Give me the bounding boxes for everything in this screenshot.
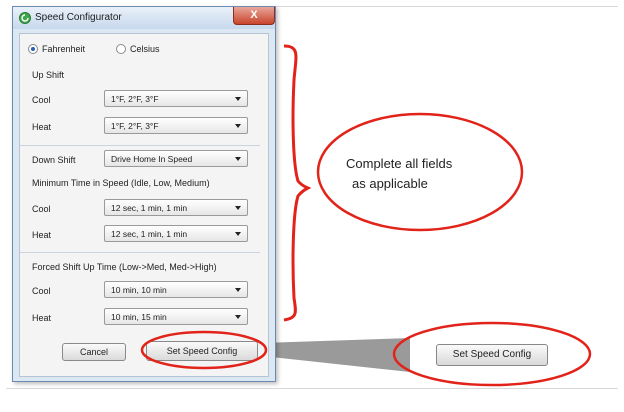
chevron-down-icon [235, 288, 241, 292]
frame-top-line [276, 6, 618, 7]
forced-shift-heat-dropdown[interactable]: 10 min, 15 min [104, 308, 248, 325]
zoomed-set-speed-config-button: Set Speed Config [436, 344, 548, 366]
cancel-button[interactable]: Cancel [62, 343, 126, 361]
forced-shift-heat-label: Heat [32, 313, 52, 323]
note-line-2: as applicable [352, 176, 428, 191]
min-time-section-label: Minimum Time in Speed (Idle, Low, Medium… [32, 178, 210, 188]
speed-configurator-window: Speed Configurator X [12, 6, 276, 382]
up-shift-cool-value: 1°F, 2°F, 3°F [111, 94, 159, 104]
chevron-down-icon [235, 315, 241, 319]
forced-shift-section-label: Forced Shift Up Time (Low->Med, Med->Hig… [32, 262, 217, 272]
forced-shift-cool-label: Cool [32, 286, 51, 296]
forced-shift-cool-dropdown[interactable]: 10 min, 10 min [104, 281, 248, 298]
up-shift-heat-dropdown[interactable]: 1°F, 2°F, 3°F [104, 117, 248, 134]
celsius-radio[interactable] [116, 44, 126, 54]
min-time-heat-value: 12 sec, 1 min, 1 min [111, 229, 188, 239]
curly-brace-annotation [283, 44, 312, 322]
up-shift-section-label: Up Shift [32, 70, 65, 80]
separator [20, 145, 260, 146]
app-icon [19, 12, 31, 24]
chevron-down-icon [235, 232, 241, 236]
chevron-down-icon [235, 206, 241, 210]
down-shift-label: Down Shift [32, 155, 76, 165]
window-title: Speed Configurator [35, 12, 122, 23]
up-shift-cool-dropdown[interactable]: 1°F, 2°F, 3°F [104, 90, 248, 107]
min-time-heat-label: Heat [32, 230, 52, 240]
annotation-note: Complete all fields as applicable [346, 154, 516, 194]
forced-shift-heat-value: 10 min, 15 min [111, 312, 167, 322]
fahrenheit-label: Fahrenheit [42, 44, 86, 54]
up-shift-cool-label: Cool [32, 95, 51, 105]
min-time-heat-dropdown[interactable]: 12 sec, 1 min, 1 min [104, 225, 248, 242]
close-button[interactable]: X [233, 7, 275, 25]
min-time-cool-dropdown[interactable]: 12 sec, 1 min, 1 min [104, 199, 248, 216]
frame-bottom-line [6, 388, 618, 389]
up-shift-heat-value: 1°F, 2°F, 3°F [111, 121, 159, 131]
down-shift-dropdown[interactable]: Drive Home In Speed [104, 150, 248, 167]
down-shift-value: Drive Home In Speed [111, 154, 193, 164]
min-time-cool-label: Cool [32, 204, 51, 214]
up-shift-heat-label: Heat [32, 122, 52, 132]
chevron-down-icon [235, 97, 241, 101]
forced-shift-cool-value: 10 min, 10 min [111, 285, 167, 295]
close-icon: X [250, 9, 258, 21]
chevron-down-icon [235, 124, 241, 128]
separator [20, 252, 260, 253]
title-bar: Speed Configurator X [13, 7, 275, 29]
celsius-label: Celsius [130, 44, 160, 54]
set-speed-config-button[interactable]: Set Speed Config [146, 341, 258, 361]
note-line-1: Complete all fields [346, 156, 453, 171]
chevron-down-icon [235, 157, 241, 161]
fahrenheit-radio[interactable] [28, 44, 38, 54]
min-time-cool-value: 12 sec, 1 min, 1 min [111, 203, 188, 213]
